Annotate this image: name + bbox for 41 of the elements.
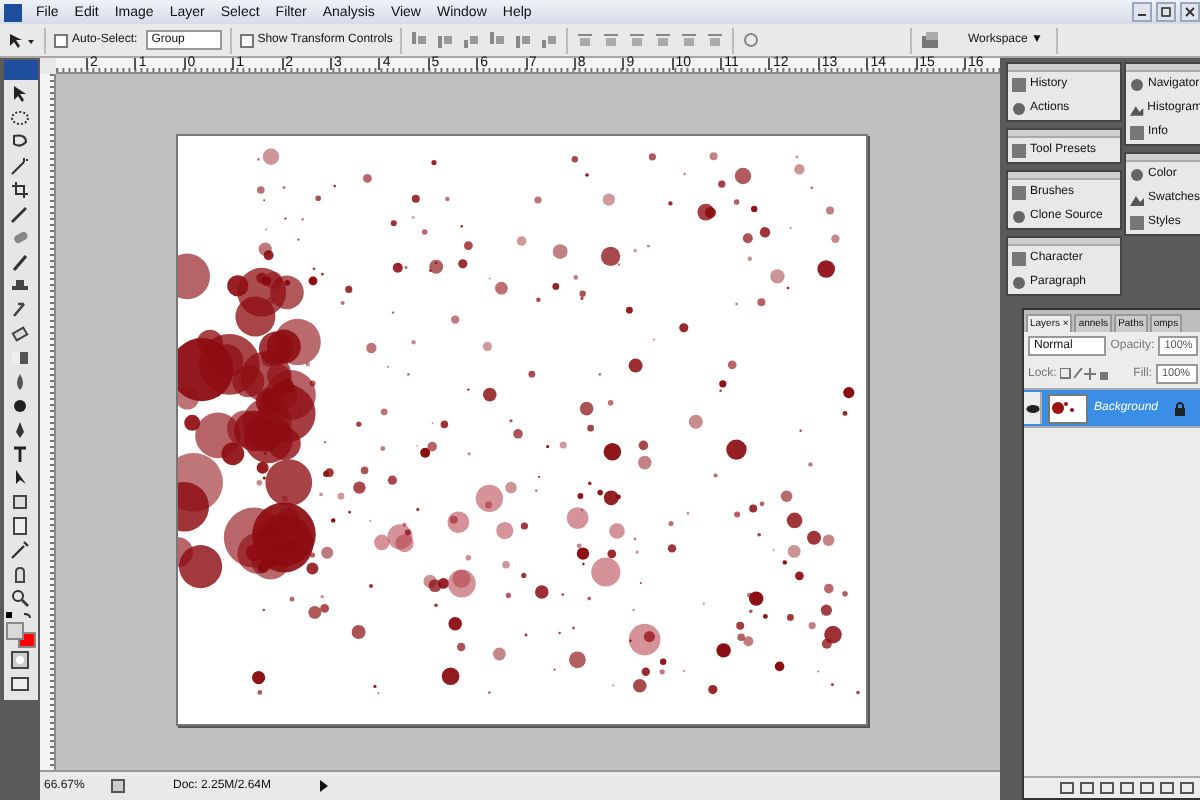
tool-icon[interactable] bbox=[10, 540, 30, 560]
app-logo-icon bbox=[3, 60, 37, 80]
arrow-right-icon[interactable] bbox=[318, 780, 330, 792]
tool-icon[interactable] bbox=[10, 156, 30, 176]
align-icon[interactable] bbox=[436, 32, 455, 48]
tool-icon[interactable] bbox=[10, 588, 30, 608]
tool-icon[interactable] bbox=[10, 180, 30, 200]
eye-icon[interactable] bbox=[1025, 403, 1039, 413]
distribute-icon[interactable] bbox=[654, 32, 673, 48]
move-tool-icon[interactable] bbox=[8, 31, 36, 49]
quick-mask-icon[interactable] bbox=[10, 650, 30, 670]
lock-options-icon[interactable] bbox=[1060, 368, 1109, 380]
workspace-icon[interactable] bbox=[919, 31, 942, 49]
distribute-icon[interactable] bbox=[602, 32, 621, 48]
align-icon[interactable] bbox=[540, 32, 559, 48]
panel-icon[interactable] bbox=[1012, 143, 1026, 157]
tool-icon[interactable] bbox=[10, 348, 30, 368]
align-icon[interactable] bbox=[488, 32, 507, 48]
close-button[interactable] bbox=[1180, 2, 1200, 22]
tool-icon[interactable] bbox=[10, 444, 30, 464]
align-icon[interactable] bbox=[514, 32, 533, 48]
tool-icon[interactable] bbox=[10, 300, 30, 320]
auto-align-icon[interactable] bbox=[742, 32, 761, 48]
splatter-thumbnail-drawing bbox=[1052, 401, 1074, 413]
close-icon bbox=[1184, 6, 1196, 18]
distribute-icon[interactable] bbox=[628, 32, 647, 48]
align-icon[interactable] bbox=[462, 32, 481, 48]
tool-icon[interactable] bbox=[10, 324, 30, 344]
align-icon[interactable] bbox=[410, 32, 429, 48]
restore-button[interactable] bbox=[1156, 2, 1176, 22]
minimize-button[interactable] bbox=[1132, 2, 1152, 22]
app-logo-icon bbox=[4, 3, 22, 21]
tool-icon[interactable] bbox=[10, 564, 30, 584]
preview-icon[interactable] bbox=[110, 778, 126, 794]
distribute-icon[interactable] bbox=[706, 32, 725, 48]
distribute-icon[interactable] bbox=[680, 32, 699, 48]
restore-icon bbox=[1160, 6, 1172, 18]
foreground-color-swatch[interactable] bbox=[6, 622, 24, 640]
color-swap-icon[interactable] bbox=[6, 612, 34, 620]
distribute-icon[interactable] bbox=[576, 32, 595, 48]
screen-mode-icon[interactable] bbox=[10, 674, 30, 694]
